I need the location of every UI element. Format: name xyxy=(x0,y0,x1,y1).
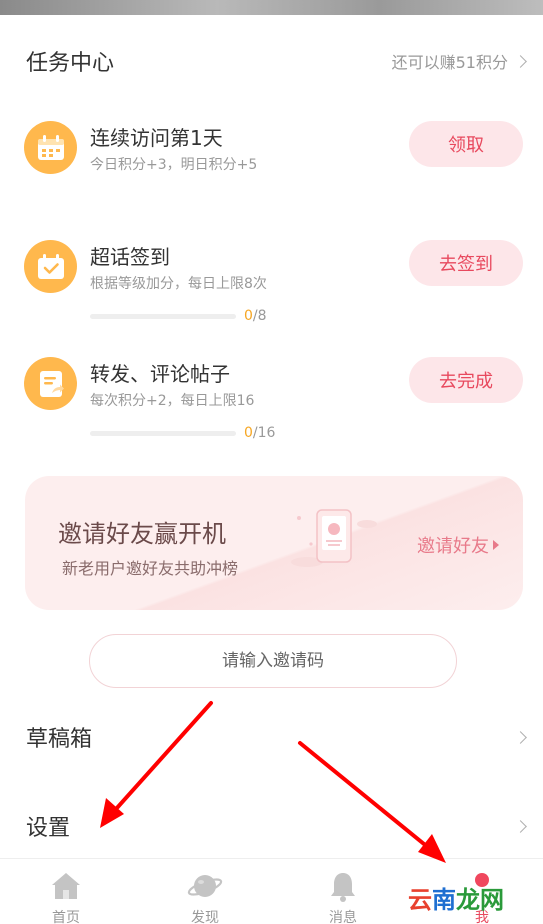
chevron-right-icon xyxy=(514,54,527,68)
menu-item-label: 设置 xyxy=(26,816,71,841)
task-name: 超话签到 xyxy=(90,245,170,269)
invite-title: 邀请好友赢开机 xyxy=(58,520,226,548)
checkin-icon xyxy=(24,240,77,293)
task-name: 转发、评论帖子 xyxy=(90,362,230,386)
task-description: 每次积分+2，每日上限16 xyxy=(90,393,255,409)
menu-item-drafts[interactable]: 草稿箱 xyxy=(26,720,527,754)
task-progress: 0/8 xyxy=(90,308,267,324)
page-title: 任务中心 xyxy=(26,51,115,76)
progress-bar xyxy=(90,430,236,436)
tab-label: 消息 xyxy=(329,910,357,924)
task-description: 根据等级加分，每日上限8次 xyxy=(90,276,267,292)
menu-item-settings[interactable]: 设置 xyxy=(26,809,527,843)
task-center-header: 任务中心 还可以赚51积分 xyxy=(26,46,527,76)
earn-more-label: 还可以赚51积分 xyxy=(391,53,508,72)
phone-illustration-icon xyxy=(291,509,377,567)
task-name: 连续访问第1天 xyxy=(90,126,223,150)
tab-label: 发现 xyxy=(191,910,219,924)
tab-home[interactable]: 首页 xyxy=(6,859,126,924)
task-item-daily-visit: 连续访问第1天 今日积分+3，明日积分+5 领取 xyxy=(24,121,523,181)
progress-text: 0/8 xyxy=(244,308,267,324)
tab-messages[interactable]: 消息 xyxy=(283,859,403,924)
task-item-checkin: 超话签到 根据等级加分，每日上限8次 去签到 0/8 xyxy=(24,240,523,324)
tab-label: 首页 xyxy=(52,910,80,924)
planet-icon xyxy=(187,875,223,897)
invite-friends-banner[interactable]: 邀请好友赢开机 新老用户邀好友共助冲榜 邀请好友 xyxy=(25,476,523,610)
calendar-icon xyxy=(24,121,77,174)
task-progress: 0/16 xyxy=(90,425,275,441)
tab-discover[interactable]: 发现 xyxy=(145,859,265,924)
tab-label: 我 xyxy=(475,910,489,924)
menu-item-label: 草稿箱 xyxy=(26,727,93,752)
tab-profile[interactable]: 我 xyxy=(422,859,542,924)
document-share-icon xyxy=(24,357,77,410)
chevron-right-icon xyxy=(514,819,527,833)
status-bar xyxy=(0,0,543,15)
task-description: 今日积分+3，明日积分+5 xyxy=(90,157,258,173)
progress-bar xyxy=(90,313,236,319)
task-item-share-comment: 转发、评论帖子 每次积分+2，每日上限16 去完成 0/16 xyxy=(24,357,523,441)
invite-button-label: 邀请好友 xyxy=(417,536,489,557)
notification-dot xyxy=(475,873,489,887)
bell-icon xyxy=(331,873,355,902)
triangle-right-icon xyxy=(493,540,499,550)
invite-code-input[interactable] xyxy=(89,634,457,688)
home-icon xyxy=(52,873,80,899)
invite-friends-button[interactable]: 邀请好友 xyxy=(417,532,499,558)
invite-subtitle: 新老用户邀好友共助冲榜 xyxy=(62,559,239,578)
progress-text: 0/16 xyxy=(244,425,276,441)
chevron-right-icon xyxy=(514,730,527,744)
complete-button[interactable]: 去完成 xyxy=(409,357,523,403)
bottom-tab-bar: 首页 发现 消息 我 xyxy=(0,858,543,924)
earn-more-link[interactable]: 还可以赚51积分 xyxy=(391,49,527,73)
checkin-button[interactable]: 去签到 xyxy=(409,240,523,286)
claim-button[interactable]: 领取 xyxy=(409,121,523,167)
